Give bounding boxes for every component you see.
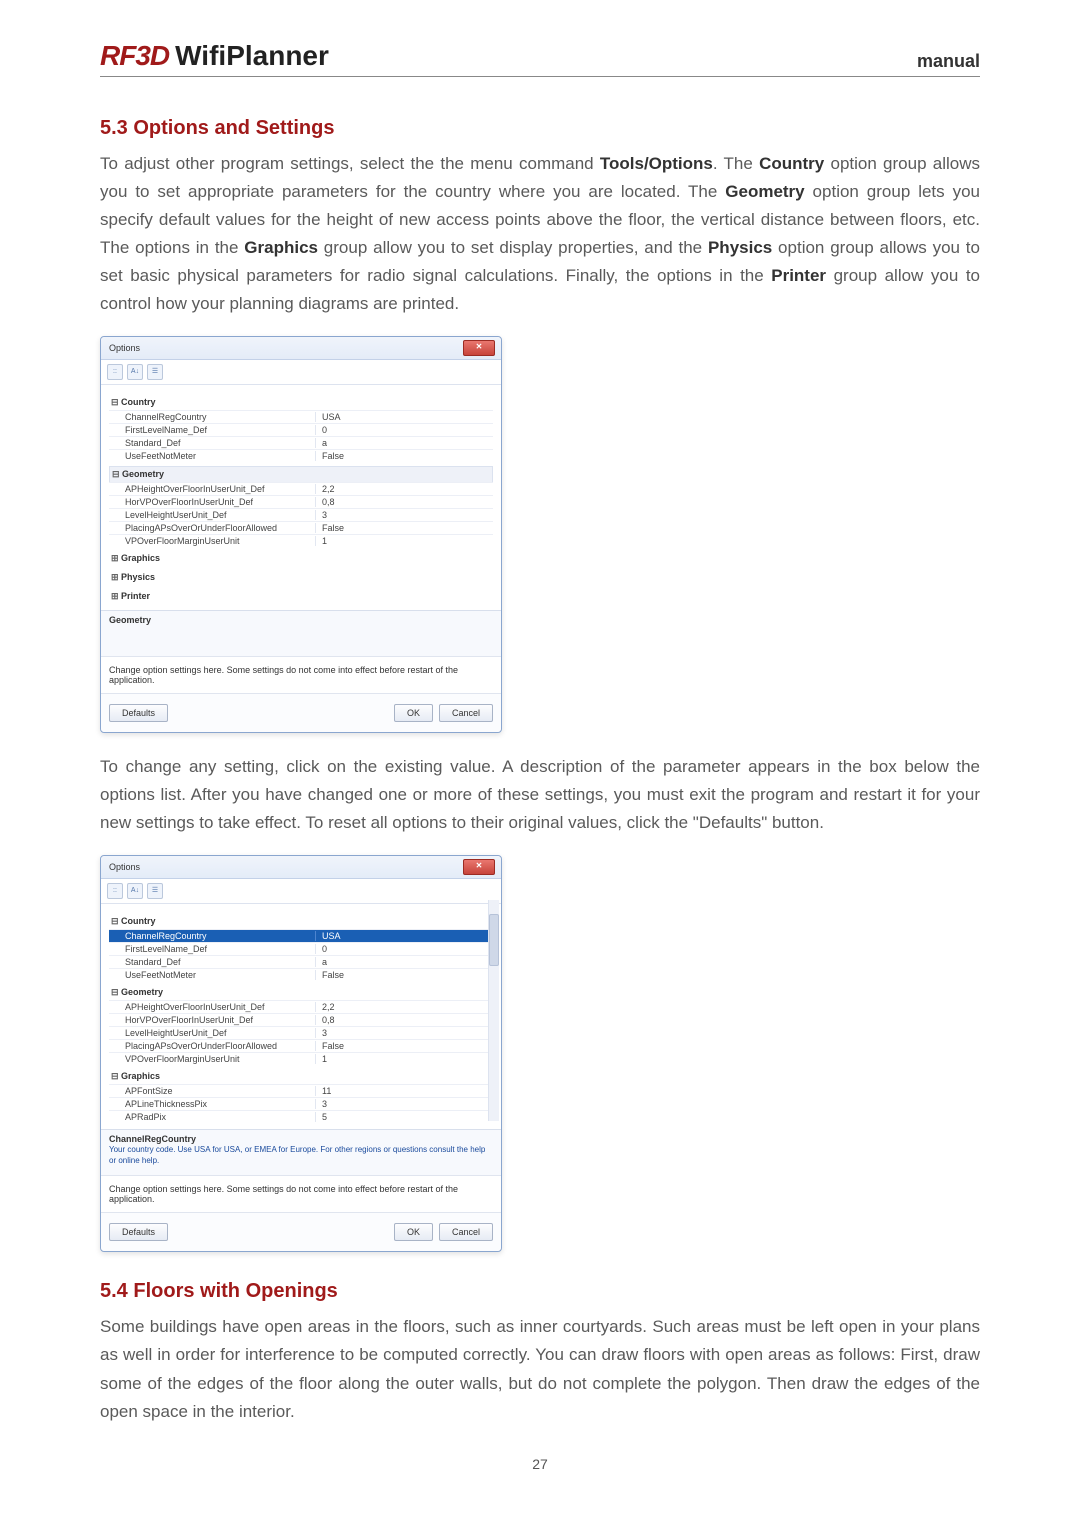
- table-row[interactable]: Standard_Defa: [109, 955, 493, 968]
- table-row[interactable]: PlacingAPsOverOrUnderFloorAllowedFalse: [109, 1039, 493, 1052]
- table-row[interactable]: LevelHeightUserUnit_Def3: [109, 1026, 493, 1039]
- collapse-icon[interactable]: ⊟: [111, 987, 121, 998]
- table-row[interactable]: PlacingAPsOverOrUnderFloorAllowedFalse: [109, 521, 493, 534]
- section-53-para2: To change any setting, click on the exis…: [100, 753, 980, 837]
- dialog-footer: Defaults OK Cancel: [101, 693, 501, 732]
- table-row[interactable]: HorVPOverFloorInUserUnit_Def0,8: [109, 495, 493, 508]
- group-country[interactable]: ⊟Country: [109, 395, 493, 410]
- table-row[interactable]: Standard_Defa: [109, 436, 493, 449]
- logo-brand: RF3D: [100, 40, 169, 72]
- table-row[interactable]: FirstLevelName_Def0: [109, 942, 493, 955]
- selected-property-caption: ChannelRegCountry: [101, 1129, 501, 1145]
- group-graphics[interactable]: ⊟Graphics: [109, 1069, 493, 1084]
- expand-icon[interactable]: ⊞: [111, 591, 121, 602]
- collapse-icon[interactable]: ⊟: [111, 397, 121, 408]
- logo-product: WifiPlanner: [175, 40, 329, 72]
- table-row[interactable]: UseFeetNotMeterFalse: [109, 968, 493, 981]
- section-53-para1: To adjust other program settings, select…: [100, 150, 980, 318]
- dialog-title: Options: [109, 343, 140, 353]
- section-53-title: 5.3 Options and Settings: [100, 117, 980, 140]
- expand-icon[interactable]: ⊞: [111, 553, 121, 564]
- dialog-note: Change option settings here. Some settin…: [101, 656, 501, 693]
- table-row[interactable]: APHeightOverFloorInUserUnit_Def2,2: [109, 1000, 493, 1013]
- page-header: RF3D WifiPlanner manual: [100, 40, 980, 77]
- table-row[interactable]: VPOverFloorMarginUserUnit1: [109, 534, 493, 547]
- dialog-title: Options: [109, 862, 140, 872]
- table-row[interactable]: ChannelRegCountryUSA: [109, 410, 493, 423]
- defaults-button[interactable]: Defaults: [109, 1223, 168, 1241]
- cancel-button[interactable]: Cancel: [439, 1223, 493, 1241]
- dialog-footer: Defaults OK Cancel: [101, 1212, 501, 1251]
- group-graphics[interactable]: ⊞Graphics: [109, 551, 493, 566]
- section-54-para1: Some buildings have open areas in the fl…: [100, 1313, 980, 1425]
- group-geometry[interactable]: ⊟Geometry: [109, 466, 493, 482]
- table-row[interactable]: FirstLevelName_Def0: [109, 423, 493, 436]
- table-row[interactable]: UseFeetNotMeterFalse: [109, 449, 493, 462]
- scrollbar[interactable]: [488, 900, 499, 1121]
- ok-button[interactable]: OK: [394, 1223, 433, 1241]
- dialog-titlebar: Options ✕: [101, 337, 501, 360]
- dialog-toolbar: :: A↓ ☰: [101, 879, 501, 904]
- properties-icon[interactable]: ☰: [147, 883, 163, 899]
- table-row[interactable]: LevelHeightUserUnit_Def3: [109, 508, 493, 521]
- options-dialog-1: Options ✕ :: A↓ ☰ ⊟Country ChannelRegCou…: [100, 336, 502, 733]
- collapse-icon[interactable]: ⊟: [112, 469, 122, 480]
- table-row[interactable]: VPOverFloorMarginUserUnit1: [109, 1052, 493, 1065]
- table-row[interactable]: ChannelRegCountryUSA: [109, 929, 493, 942]
- group-physics[interactable]: ⊞Physics: [109, 570, 493, 585]
- defaults-button[interactable]: Defaults: [109, 704, 168, 722]
- dialog-body: ⊟Country ChannelRegCountryUSA FirstLevel…: [101, 385, 501, 610]
- ok-button[interactable]: OK: [394, 704, 433, 722]
- table-row[interactable]: APRadPix5: [109, 1110, 493, 1123]
- group-country[interactable]: ⊟Country: [109, 914, 493, 929]
- section-54-title: 5.4 Floors with Openings: [100, 1280, 980, 1303]
- cancel-button[interactable]: Cancel: [439, 704, 493, 722]
- dialog-titlebar: Options ✕: [101, 856, 501, 879]
- dialog-body: ⊟Country ChannelRegCountryUSA FirstLevel…: [101, 904, 501, 1129]
- page-number: 27: [100, 1456, 980, 1472]
- close-icon[interactable]: ✕: [463, 340, 495, 356]
- categorize-icon[interactable]: ::: [107, 883, 123, 899]
- collapse-icon[interactable]: ⊟: [111, 1071, 121, 1082]
- expand-icon[interactable]: ⊞: [111, 572, 121, 583]
- close-icon[interactable]: ✕: [463, 859, 495, 875]
- table-row[interactable]: APLineThicknessPix3: [109, 1097, 493, 1110]
- sort-az-icon[interactable]: A↓: [127, 883, 143, 899]
- collapse-icon[interactable]: ⊟: [111, 916, 121, 927]
- table-row[interactable]: APFontSize11: [109, 1084, 493, 1097]
- logo: RF3D WifiPlanner: [100, 40, 329, 72]
- group-geometry[interactable]: ⊟Geometry: [109, 985, 493, 1000]
- selected-property-caption: Geometry: [101, 610, 501, 626]
- scrollbar-thumb[interactable]: [489, 914, 499, 966]
- table-row[interactable]: APHeightOverFloorInUserUnit_Def2,2: [109, 482, 493, 495]
- categorize-icon[interactable]: ::: [107, 364, 123, 380]
- dialog-toolbar: :: A↓ ☰: [101, 360, 501, 385]
- manual-label: manual: [917, 51, 980, 72]
- options-dialog-2: Options ✕ :: A↓ ☰ ⊟Country ChannelRegCou…: [100, 855, 502, 1252]
- sort-az-icon[interactable]: A↓: [127, 364, 143, 380]
- selected-property-description: Your country code. Use USA for USA, or E…: [101, 1145, 501, 1175]
- properties-icon[interactable]: ☰: [147, 364, 163, 380]
- group-printer[interactable]: ⊞Printer: [109, 589, 493, 604]
- table-row[interactable]: HorVPOverFloorInUserUnit_Def0,8: [109, 1013, 493, 1026]
- dialog-note: Change option settings here. Some settin…: [101, 1175, 501, 1212]
- selected-property-description: [101, 626, 501, 656]
